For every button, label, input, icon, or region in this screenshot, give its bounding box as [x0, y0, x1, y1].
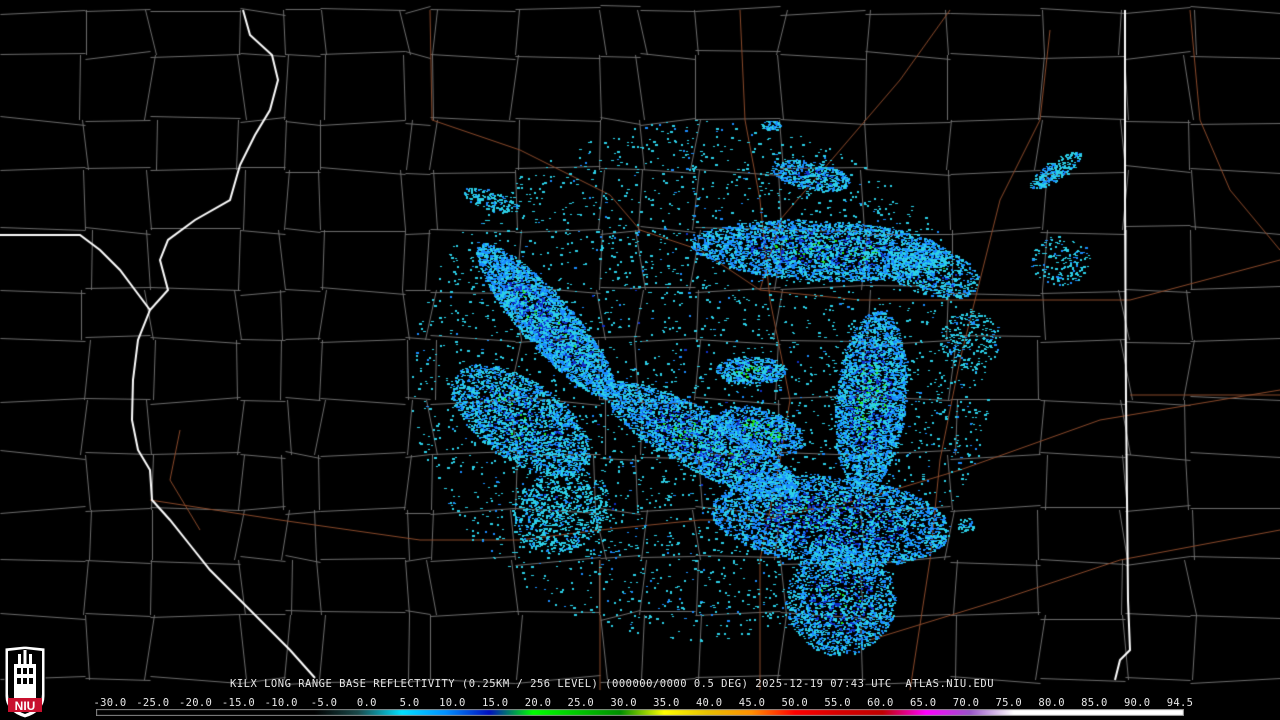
colorbar-label: -5.0 — [310, 697, 338, 709]
colorbar-label: 85.0 — [1081, 697, 1108, 709]
colorbar-label: 0.0 — [356, 697, 377, 709]
colorbar-label: 55.0 — [824, 697, 851, 709]
niu-logo-text: NIU — [15, 699, 36, 713]
colorbar-label: -15.0 — [221, 697, 255, 709]
colorbar-label: 90.0 — [1123, 697, 1151, 709]
colorbar-label: -10.0 — [264, 697, 298, 709]
colorbar-label: 60.0 — [867, 697, 894, 709]
colorbar-label: 40.0 — [695, 697, 723, 709]
colorbar-label: 65.0 — [909, 697, 937, 709]
colorbar-label: 80.0 — [1038, 697, 1065, 709]
colorbar-label: 75.0 — [995, 697, 1023, 709]
colorbar-label: 45.0 — [738, 697, 766, 709]
colorbar-label: -25.0 — [136, 697, 170, 709]
colorbar-label: -30.0 — [93, 697, 127, 709]
reflectivity-colorbar — [96, 709, 1184, 716]
product-title: KILX LONG RANGE BASE REFLECTIVITY (0.25K… — [230, 678, 995, 690]
colorbar-label: 70.0 — [952, 697, 980, 709]
colorbar-labels: -30.0 -25.0 -20.0 -15.0 -10.0 -5.0 0.0 5.0 10.0 1… — [93, 697, 1193, 709]
colorbar-label: 30.0 — [610, 697, 637, 709]
colorbar-label: 5.0 — [399, 697, 420, 709]
radar-map-canvas — [0, 0, 1280, 720]
colorbar-label: 10.0 — [439, 697, 466, 709]
colorbar-label: 50.0 — [781, 697, 809, 709]
colorbar-label: 20.0 — [524, 697, 552, 709]
colorbar-label: 35.0 — [653, 697, 680, 709]
colorbar-label: -20.0 — [179, 697, 213, 709]
colorbar-label: 15.0 — [481, 697, 509, 709]
colorbar-label: 25.0 — [567, 697, 595, 709]
niu-logo: NIU — [4, 646, 46, 718]
colorbar-label: 94.5 — [1166, 697, 1194, 709]
